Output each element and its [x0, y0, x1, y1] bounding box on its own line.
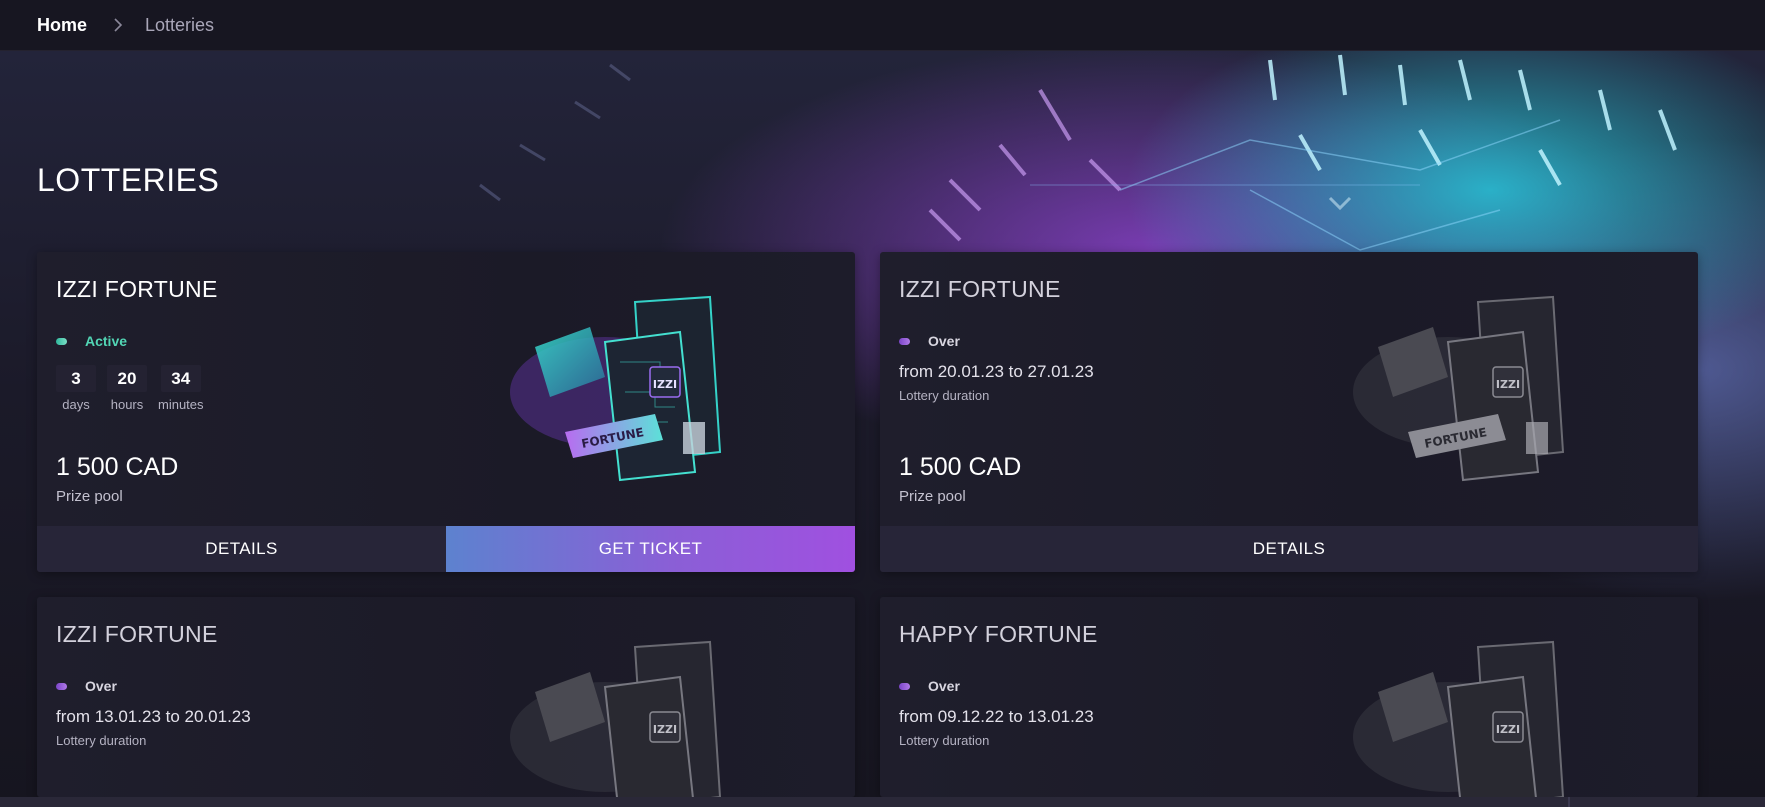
- status-badge: Over: [56, 678, 117, 694]
- prize-amount: 1 500 CAD: [899, 453, 1022, 481]
- status-badge: Over: [899, 333, 960, 349]
- status-label: Active: [85, 333, 128, 349]
- lottery-card: IZZI FORTUNE Over from 20.01.23 to 27.01…: [880, 252, 1698, 572]
- status-badge: Over: [899, 678, 960, 694]
- countdown-hours-value: 20: [107, 365, 147, 392]
- prize-pool-label: Prize pool: [56, 488, 123, 505]
- details-button[interactable]: DETAILS: [37, 526, 446, 572]
- lottery-dates: from 13.01.23 to 20.01.23: [56, 707, 251, 726]
- status-label: Over: [85, 678, 117, 694]
- countdown-days-value: 3: [56, 365, 96, 392]
- lottery-title: IZZI FORTUNE: [56, 621, 218, 647]
- countdown-timer: 3 days 20 hours 34 minutes: [56, 365, 215, 412]
- lottery-card: IZZI FORTUNE Over from 13.01.23 to 20.01…: [37, 597, 855, 797]
- status-label: Over: [928, 333, 960, 349]
- fortune-ticket-icon: IZZI: [510, 640, 722, 797]
- breadcrumb: Home Lotteries: [0, 0, 1765, 51]
- status-badge: Active: [56, 333, 127, 349]
- get-ticket-button[interactable]: GET TICKET: [446, 526, 855, 572]
- chevron-right-icon: [114, 18, 123, 32]
- svg-text:IZZI: IZZI: [1496, 378, 1520, 391]
- status-dot: [56, 337, 67, 345]
- prize-amount: 1 500 CAD: [56, 453, 179, 481]
- lottery-card: IZZI FORTUNE Active 3 days 20 hours 34 m…: [37, 252, 855, 572]
- breadcrumb-home-link[interactable]: Home: [37, 15, 87, 36]
- fortune-ticket-icon: IZZI FORTUNE: [1353, 295, 1565, 482]
- countdown-days: 3 days: [56, 365, 96, 412]
- fortune-ticket-icon: IZZI FORTUNE: [510, 295, 722, 482]
- countdown-hours: 20 hours: [107, 365, 147, 412]
- countdown-minutes: 34 minutes: [158, 365, 204, 412]
- lottery-title: IZZI FORTUNE: [899, 276, 1061, 302]
- prize-pool-label: Prize pool: [899, 488, 966, 505]
- svg-text:IZZI: IZZI: [653, 378, 677, 391]
- card-actions: DETAILS: [880, 526, 1698, 572]
- status-dot: [899, 337, 910, 345]
- details-button[interactable]: DETAILS: [880, 526, 1698, 572]
- status-dot: [56, 682, 67, 690]
- countdown-minutes-value: 34: [160, 365, 201, 392]
- svg-text:IZZI: IZZI: [653, 723, 677, 736]
- fortune-ticket-icon: IZZI: [1353, 640, 1565, 797]
- breadcrumb-current: Lotteries: [145, 14, 215, 35]
- scrollbar-thumb-edge: [1568, 797, 1570, 807]
- lottery-card: HAPPY FORTUNE Over from 09.12.22 to 13.0…: [880, 597, 1698, 797]
- countdown-days-label: days: [62, 397, 90, 412]
- horizontal-scrollbar[interactable]: [0, 797, 1765, 807]
- lottery-title: HAPPY FORTUNE: [899, 621, 1098, 647]
- status-dot: [899, 682, 910, 690]
- card-actions: DETAILS GET TICKET: [37, 526, 855, 572]
- lottery-title: IZZI FORTUNE: [56, 276, 218, 302]
- countdown-minutes-label: minutes: [158, 397, 204, 412]
- lottery-duration-label: Lottery duration: [899, 388, 990, 403]
- page-title: LOTTERIES: [37, 162, 220, 198]
- svg-text:IZZI: IZZI: [1496, 723, 1520, 736]
- lottery-duration-label: Lottery duration: [899, 733, 990, 748]
- countdown-hours-label: hours: [110, 397, 144, 412]
- lottery-dates: from 09.12.22 to 13.01.23: [899, 707, 1094, 726]
- lottery-dates: from 20.01.23 to 27.01.23: [899, 362, 1094, 381]
- lottery-duration-label: Lottery duration: [56, 733, 147, 748]
- status-label: Over: [928, 678, 960, 694]
